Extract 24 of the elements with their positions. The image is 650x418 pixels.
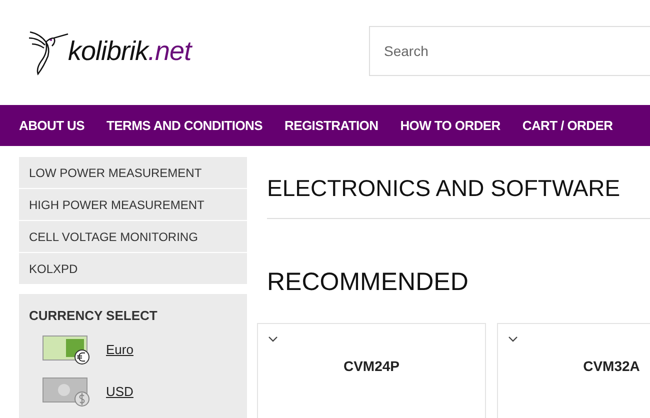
category-menu-item[interactable]: CELL VOLTAGE MONITORING	[19, 221, 247, 252]
page-title: ELECTRONICS AND SOFTWARE	[267, 175, 650, 219]
nav-link[interactable]: ABOUT US	[19, 118, 84, 133]
search-field[interactable]: Search	[369, 26, 650, 76]
product-name: CVM24P	[342, 358, 401, 374]
euro-banknote-icon[interactable]	[42, 333, 92, 365]
currency-link[interactable]: USD	[106, 384, 134, 398]
chevron-down-icon[interactable]	[508, 336, 518, 342]
currency-title: CURRENCY SELECT	[29, 308, 158, 323]
category-menu-item[interactable]: KOLXPD	[19, 253, 247, 284]
nav-link[interactable]: TERMS AND CONDITIONS	[106, 118, 263, 133]
logo-text[interactable]: kolibrik.net	[68, 36, 192, 67]
nav-link[interactable]: REGISTRATION	[284, 118, 378, 133]
nav-link[interactable]: HOW TO ORDER	[400, 118, 500, 133]
chevron-down-icon[interactable]	[268, 336, 278, 342]
category-menu-item[interactable]: LOW POWER MEASUREMENT	[19, 157, 247, 188]
product-card[interactable]: CVM24P	[257, 323, 486, 418]
section-heading: RECOMMENDED	[267, 268, 470, 297]
category-menu-item[interactable]: HIGH POWER MEASUREMENT	[19, 189, 247, 220]
nav-link[interactable]: CART / ORDER	[522, 118, 613, 133]
product-name: CVM32A	[582, 358, 641, 374]
currency-link[interactable]: Euro	[106, 342, 134, 356]
product-card[interactable]: CVM32A	[497, 323, 650, 418]
dollar-banknote-icon[interactable]	[42, 375, 92, 407]
